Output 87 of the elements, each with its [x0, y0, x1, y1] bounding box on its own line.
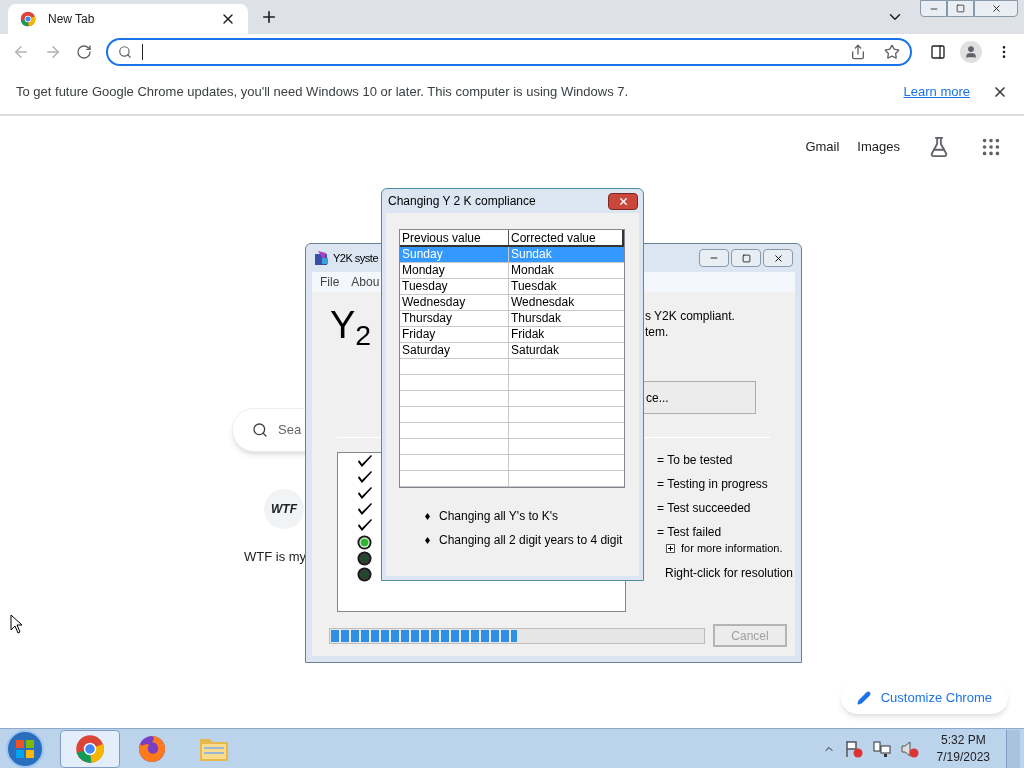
maximize-icon [741, 253, 751, 263]
menu-item[interactable]: Abou [351, 273, 380, 291]
profile-icon[interactable] [960, 41, 982, 63]
bullet-icon [425, 536, 430, 544]
address-field[interactable] [106, 38, 912, 66]
table-cell: Sunday [400, 247, 509, 262]
clock-date: 7/19/2023 [936, 748, 990, 766]
maximize-button[interactable] [731, 249, 761, 267]
customize-chrome-button[interactable]: Customize Chrome [840, 682, 1008, 714]
search-icon [118, 45, 132, 59]
bookmark-icon[interactable] [884, 44, 900, 60]
shortcut-tile[interactable]: WTF [264, 489, 304, 529]
table-cell-text: Tuesdak [510, 279, 558, 294]
table-row[interactable]: Saturday Saturdak [400, 343, 624, 359]
table-cell-text: Sundak [510, 247, 553, 262]
menu-item[interactable]: File [320, 273, 340, 291]
tab-title: New Tab [48, 11, 96, 28]
top-link[interactable]: Gmail [805, 137, 840, 157]
app-icon [314, 250, 330, 266]
table-cell: Saturday [400, 343, 509, 358]
reload-icon[interactable] [76, 44, 92, 60]
table-cell: Monday [400, 263, 509, 278]
expand-icon [666, 543, 675, 553]
windows-logo-icon [16, 739, 34, 758]
new-tab-icon[interactable] [260, 8, 278, 26]
cursor-icon [10, 614, 23, 634]
flask-icon[interactable] [928, 136, 950, 158]
column-header[interactable]: Corrected value [509, 230, 624, 245]
hint-text: for more information. [681, 540, 783, 556]
logo-text: Y$_{2}$ [330, 304, 372, 346]
close-button[interactable] [763, 249, 793, 267]
close-icon[interactable] [220, 11, 236, 27]
dialog-title: Changing Y 2 K compliance [388, 193, 536, 210]
browser-tab[interactable]: New Tab [8, 4, 248, 34]
network-icon[interactable] [872, 739, 891, 758]
table-row[interactable]: Thursday Thursdak [400, 311, 624, 327]
note-text: Changing all 2 digit years to 4 digit [439, 532, 623, 549]
chrome-icon [75, 733, 105, 764]
status-text: s Y2K compliant. [645, 308, 735, 324]
close-icon [617, 195, 629, 207]
table-cell-text: Wednesdak [510, 295, 576, 310]
legend-text: = Test succeeded [657, 500, 752, 517]
minimize-button[interactable] [920, 0, 947, 17]
apps-icon[interactable] [980, 136, 1002, 158]
legend-text: = Testing in progress [657, 476, 769, 493]
clock-time: 5:32 PM [940, 731, 986, 749]
learn-more-link[interactable]: Learn more [903, 82, 970, 102]
infobar-message: To get future Google Chrome updates, you'll need Windows 10 or later. This computer is using Windows 7. [16, 83, 629, 102]
window-title: Y2K syste [333, 250, 379, 266]
status-text: tem. [645, 324, 670, 340]
search-placeholder: Sea [278, 421, 302, 440]
table-cell: Tuesday [400, 279, 509, 294]
bullet-icon [425, 512, 430, 520]
top-link[interactable]: Images [857, 137, 900, 157]
close-icon [990, 3, 1002, 14]
pencil-icon [856, 691, 871, 705]
table-cell-text: Thursdak [510, 311, 563, 326]
table-cell-text: Mondak [510, 263, 555, 278]
hint-text: Right-click for resolution [665, 565, 794, 582]
table-cell: Wednesday [400, 295, 509, 310]
shortcut-label: WTF is my [244, 548, 307, 566]
muted-speaker-icon[interactable] [900, 739, 919, 758]
side-panel-icon[interactable] [930, 44, 946, 60]
close-icon [772, 252, 784, 264]
table-cell: Friday [400, 327, 509, 342]
chrome-logo-icon [20, 11, 36, 27]
search-icon [252, 422, 268, 438]
table-row[interactable]: Monday Mondak [400, 263, 624, 279]
table-cell-text: Saturdak [510, 343, 561, 358]
share-icon[interactable] [850, 44, 866, 60]
flag-icon[interactable] [844, 739, 863, 758]
table-row[interactable]: Wednesday Wednesdak [400, 295, 624, 311]
table-cell-text: Fridak [510, 327, 546, 342]
start-button[interactable] [6, 729, 44, 768]
table-cell: Thursday [400, 311, 509, 326]
restore-button[interactable] [947, 0, 974, 17]
firefox-icon [137, 733, 167, 764]
note-text: Changing all Y's to K's [439, 508, 559, 525]
restore-icon [956, 4, 965, 13]
table-row[interactable]: Tuesday Tuesdak [400, 279, 624, 295]
legend-text: = To be tested [657, 452, 734, 469]
close-icon[interactable] [992, 84, 1008, 100]
taskbar-app[interactable] [60, 729, 120, 768]
minimize-button[interactable] [699, 249, 729, 267]
column-header[interactable]: Previous value [400, 230, 509, 245]
close-button[interactable] [608, 192, 638, 210]
table-row[interactable]: Friday Fridak [400, 327, 624, 343]
